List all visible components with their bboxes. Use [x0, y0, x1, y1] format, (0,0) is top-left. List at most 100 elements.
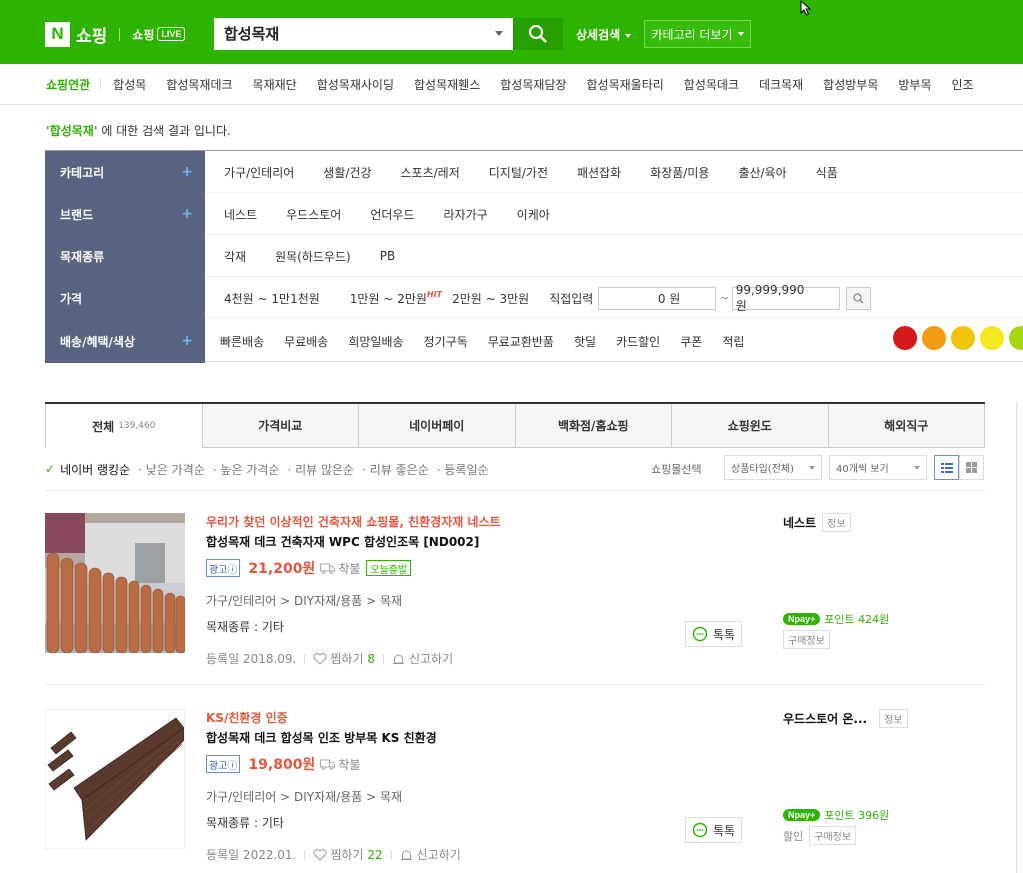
filter-option[interactable]: 라자가구 [444, 206, 488, 223]
filter-head-delivery[interactable]: 배송/혜택/색상 + [45, 319, 205, 363]
tab-price-compare[interactable]: 가격비교 [202, 404, 359, 448]
color-swatch-lime[interactable] [1009, 326, 1023, 350]
related-keyword[interactable]: 합성방부목 [823, 76, 878, 93]
sort-option-high-price[interactable]: · 높은 가격순 [213, 461, 280, 478]
filter-option[interactable]: 패션잡화 [577, 164, 621, 181]
filter-head-brand[interactable]: 브랜드 + [45, 193, 205, 235]
talktalk-button[interactable]: 톡톡 [685, 817, 742, 843]
ad-badge[interactable]: 광고ⓘ [206, 559, 241, 577]
related-keyword[interactable]: 합성목재울타리 [587, 76, 664, 93]
related-keyword[interactable]: 합성목재데크 [166, 76, 232, 93]
zzim-button[interactable]: 찜하기 8 [313, 650, 375, 667]
tab-shopping-window[interactable]: 쇼핑윈도 [672, 404, 829, 448]
search-button[interactable] [513, 18, 563, 50]
search-input[interactable] [214, 18, 484, 48]
related-keyword[interactable]: 목재재단 [253, 76, 297, 93]
price-search-button[interactable] [846, 286, 872, 310]
sort-option-low-price[interactable]: · 낮은 가격순 [138, 461, 205, 478]
report-button[interactable]: 신고하기 [392, 650, 453, 667]
shopping-live-link[interactable]: 쇼핑 LIVE [132, 26, 186, 43]
mall-info-button[interactable]: 정보 [822, 513, 851, 532]
filter-option[interactable]: 무료배송 [284, 333, 328, 350]
price-min-input[interactable]: 0 원 [598, 286, 717, 310]
tab-naverpay[interactable]: 네이버페이 [359, 404, 516, 448]
filter-option[interactable]: 쿠폰 [680, 333, 702, 350]
plus-icon[interactable]: + [181, 333, 193, 349]
filter-option[interactable]: 화장품/미용 [650, 164, 709, 181]
filter-option[interactable]: 생활/건강 [323, 164, 371, 181]
purchase-info-button[interactable]: 구매정보 [809, 826, 857, 845]
tab-department-store[interactable]: 백화점/홈쇼핑 [515, 404, 672, 448]
plus-icon[interactable]: + [181, 164, 193, 180]
sort-option-review-score[interactable]: · 리뷰 좋은순 [362, 461, 429, 478]
price-range-option[interactable]: 2만원 ~ 3만원 [452, 290, 529, 307]
report-button[interactable]: 신고하기 [400, 846, 461, 863]
related-keyword[interactable]: 합성목데크 [684, 76, 739, 93]
filter-option[interactable]: 출산/육아 [738, 164, 786, 181]
zzim-button[interactable]: 찜하기 22 [313, 846, 383, 863]
product-thumbnail[interactable] [45, 709, 185, 849]
product-type-select[interactable]: 상품타입(전체) [724, 455, 822, 480]
color-swatch-yellow[interactable] [980, 326, 1004, 350]
sort-option-review-count[interactable]: · 리뷰 많은순 [287, 461, 354, 478]
filter-option[interactable]: 희망일배송 [348, 333, 403, 350]
product-title-link[interactable]: 합성목재 데크 합성목 인조 방부목 KS 친환경 [206, 729, 461, 746]
list-view-button[interactable] [934, 455, 959, 480]
scrollbar[interactable] [1016, 402, 1023, 873]
color-swatch-orange[interactable] [922, 326, 946, 350]
color-swatch-gold[interactable] [951, 326, 975, 350]
related-keyword[interactable]: 합성목재사이딩 [317, 76, 394, 93]
category-more-button[interactable]: 카테고리 더보기 [644, 20, 751, 48]
advanced-search-button[interactable]: 상세검색 [576, 26, 632, 43]
filter-option[interactable]: 빠른배송 [220, 333, 264, 350]
category-path[interactable]: 가구/인테리어 > DIY자재/용품 > 목재 [206, 592, 501, 609]
related-keyword[interactable]: 합성목재휀스 [414, 76, 480, 93]
autocomplete-toggle-icon[interactable] [495, 31, 503, 36]
filter-option[interactable]: 스포츠/레저 [401, 164, 460, 181]
filter-option[interactable]: 네스트 [224, 206, 257, 223]
price-max-input[interactable]: 99,999,990 원 [732, 283, 841, 313]
grid-view-icon [966, 462, 977, 473]
filter-option[interactable]: 우드스토어 [286, 206, 341, 223]
filter-option[interactable]: 식품 [816, 164, 838, 181]
related-keyword[interactable]: 합성목 [113, 76, 146, 93]
related-keyword[interactable]: 인조 [951, 76, 973, 93]
grid-view-button[interactable] [959, 455, 984, 480]
sort-option-date[interactable]: · 등록일순 [437, 461, 489, 478]
naver-shopping-logo[interactable]: N 쇼핑 쇼핑 LIVE [45, 20, 186, 48]
ad-badge[interactable]: 광고ⓘ [206, 755, 241, 773]
mall-name[interactable]: 우드스토어 온... 정보 [783, 709, 983, 728]
purchase-info-button[interactable]: 구매정보 [783, 630, 830, 649]
product-title-link[interactable]: 합성목재 데크 건축자재 WPC 합성인조목 [ND002] [206, 533, 501, 550]
product-thumbnail[interactable] [45, 513, 185, 653]
mall-info-button[interactable]: 정보 [879, 709, 908, 728]
filter-head-category[interactable]: 카테고리 + [45, 151, 205, 193]
filter-option[interactable]: 적립 [722, 333, 744, 350]
plus-icon[interactable]: + [181, 206, 193, 222]
per-page-select[interactable]: 40개씩 보기 [829, 455, 927, 480]
filter-option[interactable]: 무료교환반품 [488, 333, 554, 350]
sort-option-ranking[interactable]: 네이버 랭킹순 [60, 461, 130, 478]
mall-name[interactable]: 네스트 정보 [783, 513, 983, 532]
filter-option[interactable]: 정기구독 [424, 333, 468, 350]
price-range-option[interactable]: 1만원 ~ 2만원 [350, 290, 427, 307]
filter-option[interactable]: 언더우드 [370, 206, 414, 223]
price-range-option[interactable]: 4천원 ~ 1만1천원 [224, 290, 320, 307]
filter-option[interactable]: PB [380, 249, 395, 263]
filter-option[interactable]: 이케아 [517, 206, 550, 223]
tab-overseas[interactable]: 해외직구 [828, 404, 985, 448]
filter-option[interactable]: 가구/인테리어 [224, 164, 294, 181]
color-swatch-red[interactable] [893, 326, 917, 350]
mall-select[interactable]: 쇼핑몰선택 [651, 461, 702, 477]
related-keyword[interactable]: 합성목재담장 [500, 76, 566, 93]
filter-option[interactable]: 카드할인 [616, 333, 660, 350]
filter-option[interactable]: 원목(하드우드) [275, 248, 351, 265]
filter-option[interactable]: 핫딜 [574, 333, 596, 350]
filter-option[interactable]: 디지털/가전 [489, 164, 548, 181]
category-path[interactable]: 가구/인테리어 > DIY자재/용품 > 목재 [206, 788, 461, 805]
tab-all[interactable]: 전체 139,460 [45, 404, 203, 448]
filter-option[interactable]: 각재 [224, 248, 246, 265]
related-keyword[interactable]: 방부목 [898, 76, 931, 93]
talktalk-button[interactable]: 톡톡 [685, 621, 742, 647]
related-keyword[interactable]: 데크목재 [759, 76, 803, 93]
